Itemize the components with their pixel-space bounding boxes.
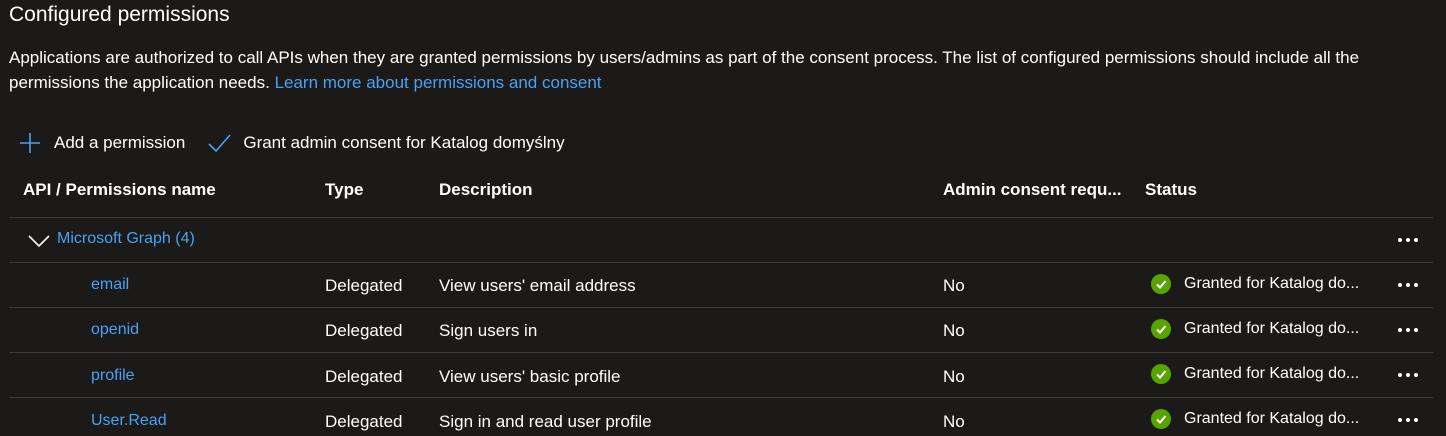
status-cell: Granted for Katalog do... bbox=[1151, 409, 1372, 429]
status-cell: Granted for Katalog do... bbox=[1151, 319, 1372, 339]
divider bbox=[9, 397, 1433, 398]
column-header-api[interactable]: API / Permissions name bbox=[23, 180, 216, 200]
divider bbox=[9, 307, 1433, 308]
column-header-admin-consent[interactable]: Admin consent requ... bbox=[943, 180, 1122, 200]
add-permission-label: Add a permission bbox=[54, 133, 186, 152]
more-options-button[interactable] bbox=[1393, 365, 1423, 385]
learn-more-link[interactable]: Learn more about permissions and consent bbox=[275, 73, 602, 92]
status-text: Granted for Katalog do... bbox=[1184, 275, 1360, 292]
check-circle-icon bbox=[1151, 319, 1171, 339]
add-permission-button[interactable]: Add a permission bbox=[18, 131, 185, 155]
permission-description: Sign users in bbox=[439, 321, 538, 340]
toolbar: Add a permission Grant admin consent for… bbox=[18, 128, 587, 158]
description-body: Applications are authorized to call APIs… bbox=[9, 48, 1360, 92]
divider bbox=[9, 262, 1433, 263]
divider bbox=[9, 217, 1433, 218]
more-options-button[interactable] bbox=[1393, 410, 1423, 430]
permission-description: Sign in and read user profile bbox=[439, 412, 652, 431]
plus-icon bbox=[20, 133, 40, 153]
permission-type: Delegated bbox=[325, 321, 403, 340]
permission-description: View users' basic profile bbox=[439, 367, 621, 386]
checkmark-icon bbox=[208, 134, 231, 153]
status-text: Granted for Katalog do... bbox=[1184, 410, 1360, 427]
admin-consent-value: No bbox=[943, 367, 965, 386]
more-options-button[interactable] bbox=[1393, 275, 1423, 295]
more-options-button[interactable] bbox=[1393, 230, 1423, 250]
admin-consent-value: No bbox=[943, 412, 965, 431]
permission-name-link[interactable]: email bbox=[91, 276, 129, 294]
status-text: Granted for Katalog do... bbox=[1184, 320, 1360, 337]
page-title: Configured permissions bbox=[9, 3, 230, 26]
admin-consent-value: No bbox=[943, 321, 965, 340]
column-header-status[interactable]: Status bbox=[1145, 180, 1197, 200]
check-circle-icon bbox=[1151, 364, 1171, 384]
permission-name-link[interactable]: openid bbox=[91, 321, 139, 339]
permission-type: Delegated bbox=[325, 367, 403, 386]
permission-type: Delegated bbox=[325, 412, 403, 431]
grant-admin-consent-label: Grant admin consent for Katalog domyślny bbox=[243, 133, 565, 152]
divider bbox=[9, 352, 1433, 353]
microsoft-graph-group[interactable]: Microsoft Graph (4) bbox=[57, 230, 195, 248]
check-circle-icon bbox=[1151, 409, 1171, 429]
permission-description: View users' email address bbox=[439, 276, 636, 295]
admin-consent-value: No bbox=[943, 276, 965, 295]
column-header-description[interactable]: Description bbox=[439, 180, 533, 200]
more-options-button[interactable] bbox=[1393, 320, 1423, 340]
grant-admin-consent-button[interactable]: Grant admin consent for Katalog domyślny bbox=[207, 131, 565, 155]
chevron-down-icon[interactable] bbox=[28, 234, 50, 248]
check-circle-icon bbox=[1151, 274, 1171, 294]
status-text: Granted for Katalog do... bbox=[1184, 365, 1360, 382]
column-header-type[interactable]: Type bbox=[325, 180, 363, 200]
description-text: Applications are authorized to call APIs… bbox=[9, 45, 1429, 95]
status-cell: Granted for Katalog do... bbox=[1151, 364, 1372, 384]
permission-name-link[interactable]: profile bbox=[91, 367, 135, 385]
status-cell: Granted for Katalog do... bbox=[1151, 274, 1372, 294]
permission-type: Delegated bbox=[325, 276, 403, 295]
permission-name-link[interactable]: User.Read bbox=[91, 412, 167, 430]
